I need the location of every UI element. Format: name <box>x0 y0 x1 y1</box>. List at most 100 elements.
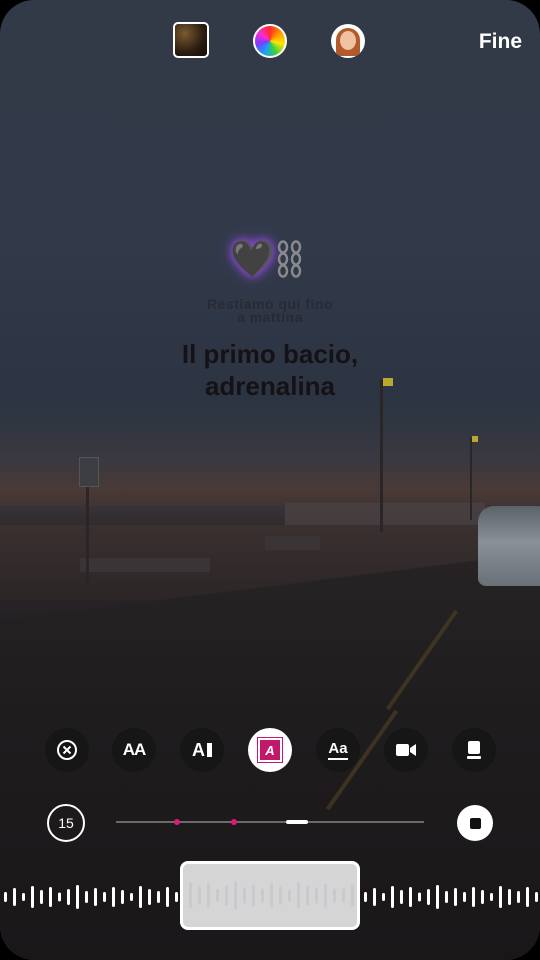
waveform-bar <box>427 889 430 905</box>
waveform-bar <box>112 887 115 907</box>
road-sign <box>79 457 99 487</box>
waveform-bar <box>315 887 318 904</box>
waveform-bar <box>499 886 502 908</box>
parked-car <box>478 506 540 586</box>
waveform-bar <box>535 892 538 902</box>
duration-button[interactable]: 15 <box>47 804 85 842</box>
highlight-style-label: A <box>265 742 275 758</box>
waveform-bar <box>382 893 385 901</box>
current-lyric-line: adrenalina <box>204 371 336 401</box>
current-lyric[interactable]: Il primo bacio, adrenalina <box>0 338 540 402</box>
waveform-bar <box>58 892 61 902</box>
waveform-bar <box>364 892 367 902</box>
waveform-bar <box>270 883 273 908</box>
waveform-bar <box>243 887 246 904</box>
lyrics-style-toolbar: AA A A Aa <box>0 728 540 774</box>
waveform-bar <box>481 890 484 904</box>
duration-label: 15 <box>58 815 74 831</box>
waveform-bar <box>279 886 282 905</box>
waveform-bar <box>472 887 475 907</box>
underline-style-label: Aa <box>328 740 348 760</box>
lyrics-timeline[interactable] <box>116 819 424 825</box>
waveform-bar <box>517 891 520 903</box>
waveform-bar <box>297 882 300 909</box>
text-size-label: AA <box>122 740 147 759</box>
waveform-bar <box>490 893 493 901</box>
waveform-bar <box>85 891 88 903</box>
layout-card-icon <box>467 741 481 759</box>
bench-2 <box>265 536 320 550</box>
waveform-bar <box>234 881 237 910</box>
waveform-bar <box>351 884 354 907</box>
waveform-bar <box>31 886 34 908</box>
sign-pole <box>86 484 89 587</box>
beach-buildings <box>285 503 485 525</box>
close-circle-icon <box>57 740 77 760</box>
waveform-bar <box>49 887 52 907</box>
bench-1 <box>80 558 210 572</box>
photo-thumbnail-icon[interactable] <box>173 22 209 58</box>
black-heart-emoji: 🖤 <box>230 238 275 279</box>
waveform-bar <box>76 885 79 909</box>
text-cursor-button[interactable]: A <box>180 728 224 772</box>
text-size-button[interactable]: AA <box>112 728 156 772</box>
color-wheel-icon[interactable] <box>253 24 287 58</box>
selection-window[interactable] <box>180 861 360 930</box>
waveform-bar <box>409 887 412 907</box>
waveform-bar <box>189 882 192 909</box>
waveform-bar <box>198 886 201 905</box>
waveform-bar <box>436 885 439 909</box>
stop-icon <box>469 817 481 829</box>
highlight-style-icon: A <box>257 737 283 763</box>
avatar-face <box>340 31 356 50</box>
waveform-bar <box>13 888 16 906</box>
waveform-bar <box>67 889 70 905</box>
waveform-bar <box>288 889 291 902</box>
timeline-marker <box>174 819 180 825</box>
waveform-bar <box>526 887 529 907</box>
waveform-bar <box>22 893 25 901</box>
waveform-bar <box>508 889 511 905</box>
waveform-bar <box>400 890 403 904</box>
top-bar: Fine <box>0 0 540 84</box>
waveform-bar <box>225 885 228 906</box>
previous-lyric: Restiamo qui fino a mattina <box>0 297 540 325</box>
flag-pole <box>470 438 472 520</box>
waveform-bar <box>207 883 210 908</box>
waveform-bar <box>148 889 151 905</box>
waveform-bar <box>4 892 7 902</box>
timeline-playhead[interactable] <box>286 820 308 824</box>
previous-lyric-line: a mattina <box>237 309 303 325</box>
waveform-bar <box>166 887 169 907</box>
waveform-bar <box>463 892 466 902</box>
waveform-bar <box>40 890 43 904</box>
waveform-bar <box>333 888 336 903</box>
current-lyric-line: Il primo bacio, <box>181 339 359 369</box>
remove-button[interactable] <box>45 728 89 772</box>
text-cursor-label: A <box>192 739 205 760</box>
waveform-bar <box>391 886 394 908</box>
video-button[interactable] <box>384 728 428 772</box>
story-editor-screen: Fine 🖤 Restiamo qui fino a mattina Il pr… <box>0 0 540 960</box>
done-button[interactable]: Fine <box>479 30 522 54</box>
selected-waveform <box>189 881 354 910</box>
profile-avatar[interactable] <box>331 24 365 58</box>
waveform-bar <box>121 890 124 904</box>
waveform-bar <box>157 891 160 903</box>
waveform-bar <box>94 888 97 906</box>
waveform-bar <box>324 883 327 908</box>
stop-button[interactable] <box>457 805 493 841</box>
emoji-sticker[interactable]: 🖤 <box>230 238 310 280</box>
waveform-bar <box>103 892 106 902</box>
video-camera-icon <box>396 744 416 756</box>
cursor-bar-icon <box>207 743 212 757</box>
flag <box>472 436 478 442</box>
layout-button[interactable] <box>452 728 496 772</box>
chains-icon <box>277 240 302 278</box>
waveform-bar <box>342 888 345 903</box>
waveform-bar <box>418 892 421 902</box>
waveform-bar <box>216 889 219 902</box>
waveform-bar <box>139 886 142 908</box>
highlight-style-button[interactable]: A <box>248 728 292 772</box>
underline-style-button[interactable]: Aa <box>316 728 360 772</box>
